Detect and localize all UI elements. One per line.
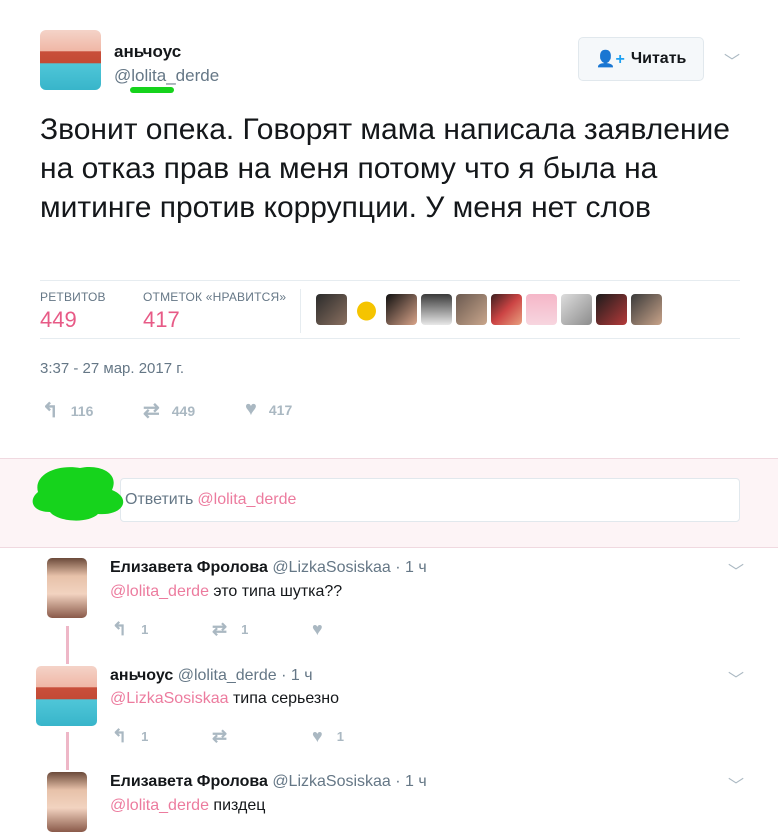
likes-label[interactable]: ОТМЕТОК «НРАВИТСЯ» [143,290,286,304]
reply-text: @LizkaSosiskaa типа серьезно [110,690,339,708]
reply-icon: ↰ [42,400,59,422]
heart-icon: ♥ [312,726,323,746]
reply-mention[interactable]: @LizkaSosiskaa [110,690,229,707]
heart-icon: ♥ [245,398,257,420]
like-count: 1 [336,729,344,744]
liker-avatar[interactable] [456,294,487,325]
reply-actions: ↰ 1 ⇄ ♥ 1 [112,726,412,747]
thread-line [66,732,69,770]
reply-count: 1 [141,729,149,744]
liker-avatar[interactable] [561,294,592,325]
green-marker-blob [32,466,124,521]
reply-text-body: типа серьезно [228,690,339,707]
reply-count: 116 [70,402,94,419]
reply-actions: ↰ 1 ⇄ 1 ♥ [112,619,412,640]
reply-author-handle[interactable]: @LizkaSosiskaa · 1 ч [272,773,426,790]
reply-author-name[interactable]: аньчоус [110,667,173,684]
retweet-action[interactable]: ⇄ 1 [212,619,312,640]
chevron-down-icon[interactable]: ﹀ [728,772,744,796]
reply-avatar[interactable] [36,666,97,726]
retweet-action[interactable]: ⇄ 449 [143,398,195,423]
reply-header: аньчоус @lolita_derde · 1 ч [110,667,313,685]
reply-author-handle[interactable]: @LizkaSosiskaa · 1 ч [272,559,426,576]
retweet-icon: ⇄ [143,400,160,422]
liker-avatar[interactable] [596,294,627,325]
reply-text-body: пиздец [208,797,266,814]
retweet-count: 1 [241,622,249,637]
reply-author-handle[interactable]: @lolita_derde · 1 ч [178,667,313,684]
liker-avatar[interactable] [316,294,347,325]
tweet-text: Звонит опека. Говорят мама написала заяв… [40,113,730,224]
divider [40,280,740,281]
retweet-icon: ⇄ [212,619,228,639]
reply-icon: ↰ [112,726,128,746]
reply-text-body: это типа шутка?? [208,583,343,600]
likes-count[interactable]: 417 [143,307,180,333]
reply-input-label: Ответить [125,491,194,508]
follow-user-icon: 👤+ [595,51,625,68]
divider [40,338,740,339]
retweets-label[interactable]: РЕТВИТОВ [40,290,106,304]
reply-avatar[interactable] [47,558,87,618]
reply-input-mention: @lolita_derde [197,491,297,508]
chevron-down-icon[interactable]: ﹀ [728,558,744,582]
reply-text: @lolita_derde это типа шутка?? [110,583,342,601]
liker-avatars [316,294,662,325]
like-action[interactable]: ♥ 1 [312,726,412,747]
author-name[interactable]: аньчоус [114,42,181,62]
reply-author-name[interactable]: Елизавета Фролова [110,773,268,790]
reply-text: @lolita_derde пиздец [110,797,265,815]
reply-action[interactable]: ↰ 1 [112,726,212,747]
reply-header: Елизавета Фролова @LizkaSosiskaa · 1 ч [110,773,427,791]
liker-avatar[interactable] [631,294,662,325]
reply-icon: ↰ [112,619,128,639]
tweet-timestamp[interactable]: 3:37 - 27 мар. 2017 г. [40,360,184,377]
like-count: 417 [268,401,293,418]
liker-avatar[interactable] [526,294,557,325]
follow-button-label: Читать [630,50,687,67]
reply-action[interactable]: ↰ 1 [112,619,212,640]
thread-line [66,626,69,664]
chevron-down-icon[interactable]: ﹀ [724,48,740,72]
retweet-action[interactable]: ⇄ [212,726,312,747]
heart-icon: ♥ [312,619,323,639]
reply-action[interactable]: ↰ 116 [42,398,93,423]
liker-avatar[interactable] [491,294,522,325]
author-avatar[interactable] [40,30,101,90]
stats-divider [300,289,301,333]
like-action[interactable]: ♥ 417 [245,398,292,421]
reply-count: 1 [141,622,149,637]
like-action[interactable]: ♥ [312,619,412,640]
liker-avatar[interactable] [351,294,382,325]
green-marker-underline [130,87,174,93]
liker-avatar[interactable] [386,294,417,325]
reply-mention[interactable]: @lolita_derde [110,797,209,814]
retweet-icon: ⇄ [212,726,228,746]
reply-header: Елизавета Фролова @LizkaSosiskaa · 1 ч [110,559,427,577]
reply-mention[interactable]: @lolita_derde [110,583,209,600]
retweets-count[interactable]: 449 [40,307,77,333]
retweet-count: 449 [171,402,196,419]
chevron-down-icon[interactable]: ﹀ [728,666,744,690]
author-handle[interactable]: @lolita_derde [114,66,219,86]
liker-avatar[interactable] [421,294,452,325]
reply-author-name[interactable]: Елизавета Фролова [110,559,268,576]
reply-avatar[interactable] [47,772,87,832]
follow-button[interactable]: 👤+ Читать [578,37,704,81]
reply-input[interactable]: Ответить @lolita_derde [120,478,740,522]
